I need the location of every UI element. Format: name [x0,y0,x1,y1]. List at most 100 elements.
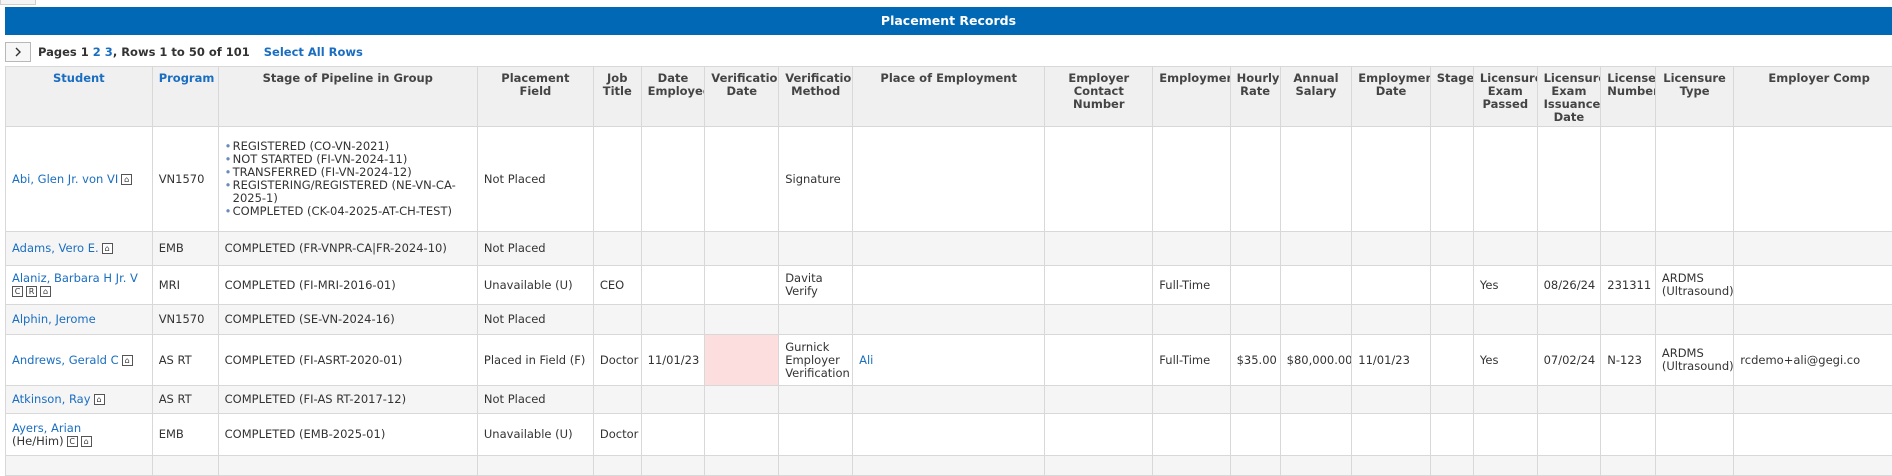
placement-field-cell: Unavailable (U) [477,266,593,305]
issuance-date-cell [1537,386,1601,414]
license-type-cell [1655,386,1733,414]
job-title-cell: CEO [593,266,641,305]
home-icon[interactable]: ⌂ [81,436,92,447]
employment-cell [1153,127,1230,232]
stage-cell [1430,335,1473,386]
placement-field-cell: Not Placed [477,386,593,414]
student-link[interactable]: Atkinson, Ray [12,392,91,406]
student-cell: Andrews, Gerald C⌂ [6,335,153,386]
date-employed-cell [641,266,705,305]
home-icon[interactable]: ⌂ [94,394,105,405]
date-employed-cell [641,232,705,266]
employer-comp-cell [1734,266,1892,305]
col-employer-contact: Employer Contact Number [1045,67,1153,127]
program-cell: VN1570 [152,305,218,335]
verification-date-cell [705,335,779,386]
annual-salary-cell [1280,305,1352,335]
student-link[interactable]: Andrews, Gerald C [12,353,119,367]
student-link[interactable]: Alaniz, Barbara H Jr. V [12,271,138,285]
col-program[interactable]: Program [152,67,218,127]
employer-comp-cell [1734,127,1892,232]
pipeline-cell: COMPLETED (SE-VN-2024-16) [218,305,477,335]
date-employed-cell [641,386,705,414]
date-employed-cell [641,305,705,335]
verification-method-cell: Signature [779,127,853,232]
license-type-cell [1655,127,1733,232]
col-issuance-date: Licensure Exam Issuance Date [1537,67,1601,127]
student-link[interactable]: Ayers, Arian [12,421,81,435]
contact-icon[interactable]: C [12,286,23,297]
list-item: COMPLETED (CK-04-2025-AT-CH-TEST) [225,205,471,218]
student-cell: Alaniz, Barbara H Jr. VCR⌂ [6,266,153,305]
table-row: Alaniz, Barbara H Jr. VCR⌂ MRI COMPLETED… [6,266,1892,305]
verification-date-cell [705,386,779,414]
col-job-title: Job Title [593,67,641,127]
page-title: Placement Records [5,7,1892,35]
student-pronouns: (He/Him) [12,434,64,448]
select-all-rows-link[interactable]: Select All Rows [264,45,363,59]
home-icon[interactable]: ⌂ [121,174,132,185]
placement-field-cell: Not Placed [477,305,593,335]
issuance-date-cell [1537,414,1601,456]
exam-passed-cell: Yes [1473,266,1537,305]
table-row: Andrews, Gerald C⌂ AS RT COMPLETED (FI-A… [6,335,1892,386]
employment-date-cell [1352,266,1430,305]
home-icon[interactable]: ⌂ [122,355,133,366]
employment-date-cell [1352,127,1430,232]
chevron-right-icon [13,47,23,57]
contact-icon[interactable]: C [67,436,78,447]
annual-salary-cell [1280,414,1352,456]
hourly-rate-cell [1230,414,1280,456]
col-student[interactable]: Student [6,67,153,127]
student-link[interactable]: Abi, Glen Jr. von VI [12,172,118,186]
stage-cell [1430,386,1473,414]
employment-cell: Full-Time [1153,335,1230,386]
annual-salary-cell [1280,232,1352,266]
table-row: Adams, Vero E.⌂ EMB COMPLETED (FR-VNPR-C… [6,232,1892,266]
employer-contact-cell [1045,266,1153,305]
exam-passed-cell [1473,414,1537,456]
home-icon[interactable]: ⌂ [102,243,113,254]
license-number-cell [1601,127,1656,232]
col-license-number: License Number [1601,67,1656,127]
job-title-cell [593,232,641,266]
verification-date-cell [705,305,779,335]
program-cell: VN1570 [152,127,218,232]
next-page-button[interactable] [5,42,31,62]
employer-contact-cell [1045,127,1153,232]
job-title-cell: Doctor [593,414,641,456]
issuance-date-cell: 07/02/24 [1537,335,1601,386]
employer-comp-cell [1734,386,1892,414]
employment-cell [1153,305,1230,335]
col-exam-passed: Licensure Exam Passed [1473,67,1537,127]
col-license-type: Licensure Type [1655,67,1733,127]
hourly-rate-cell [1230,386,1280,414]
annual-salary-cell [1280,127,1352,232]
col-employment: Employment [1153,67,1230,127]
employer-comp-cell [1734,232,1892,266]
placement-field-cell: Not Placed [477,232,593,266]
employer-link[interactable]: Ali [859,353,873,367]
annual-salary-cell [1280,386,1352,414]
placement-field-cell: Placed in Field (F) [477,335,593,386]
page-link-2[interactable]: 2 [93,45,101,59]
stage-cell [1430,305,1473,335]
hourly-rate-cell [1230,266,1280,305]
student-link[interactable]: Alphin, Jerome [12,312,96,326]
student-link[interactable]: Adams, Vero E. [12,241,99,255]
license-type-cell [1655,414,1733,456]
record-icon[interactable]: R [26,286,37,297]
program-cell: EMB [152,414,218,456]
home-icon[interactable]: ⌂ [40,286,51,297]
table-row: Ayers, Arian(He/Him)C⌂ EMB COMPLETED (EM… [6,414,1892,456]
hourly-rate-cell [1230,305,1280,335]
license-number-cell [1601,386,1656,414]
employment-date-cell [1352,386,1430,414]
issuance-date-cell [1537,127,1601,232]
stage-cell [1430,127,1473,232]
exam-passed-cell: Yes [1473,335,1537,386]
exam-passed-cell [1473,232,1537,266]
place-of-employment-cell [853,127,1045,232]
issuance-date-cell: 08/26/24 [1537,266,1601,305]
page-link-3[interactable]: 3 [105,45,113,59]
